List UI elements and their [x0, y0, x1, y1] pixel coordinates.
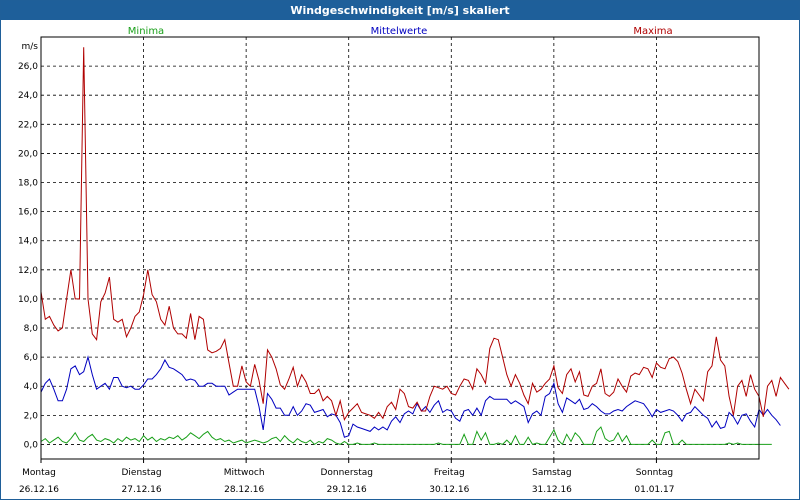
x-tick-date: 30.12.16 [429, 485, 469, 495]
y-tick-label: 8,0 [24, 324, 39, 334]
y-tick-label: 6,0 [24, 353, 39, 363]
series-line-minima [40, 426, 772, 446]
chart-window: Windgeschwindigkeit [m/s] skaliert 0,0 2,… [0, 0, 800, 500]
y-tick-label: 22,0 [18, 120, 38, 130]
series-line-maxima [40, 47, 790, 422]
y-axis-unit: m/s [22, 42, 39, 52]
y-tick-label: 2,0 [24, 411, 39, 421]
x-tick-date: 01.01.17 [634, 485, 674, 495]
y-tick-label: 12,0 [18, 266, 38, 276]
x-tick-date: 31.12.16 [532, 485, 572, 495]
grid-lines [41, 37, 759, 459]
x-tick-day: Samstag [532, 468, 571, 478]
x-tick-day: Dienstag [122, 468, 162, 478]
x-tick-date: 29.12.16 [327, 485, 367, 495]
series-line-mittelwerte [40, 355, 781, 438]
series-lines [40, 47, 790, 446]
y-tick-label: 26,0 [18, 62, 38, 72]
y-tick-label: 16,0 [18, 208, 38, 218]
x-tick-date: 26.12.16 [19, 485, 59, 495]
x-tick-day: Montag [22, 468, 56, 478]
x-tick-day: Mittwoch [224, 468, 265, 478]
x-tick-day: Freitag [434, 468, 465, 478]
wind-speed-chart: 0,0 2,0 4,0 6,0 8,0 10,0 12,0 14,0 16,0 18,0 20,0 2… [18, 26, 790, 495]
legend-item-mittelwerte: Mittelwerte [371, 26, 428, 37]
x-tick-day: Donnerstag [320, 468, 373, 478]
y-tick-label: 24,0 [18, 91, 38, 101]
legend-item-minima: Minima [128, 26, 164, 37]
legend: Minima Mittelwerte Maxima [128, 26, 673, 37]
y-tick-label: 18,0 [18, 179, 38, 189]
x-tick-day: Sonntag [636, 468, 673, 478]
plot-area-border [40, 36, 760, 460]
y-tick-label: 20,0 [18, 149, 38, 159]
legend-item-maxima: Maxima [633, 26, 672, 37]
y-tick-label: 14,0 [18, 237, 38, 247]
x-tick-date: 27.12.16 [122, 485, 162, 495]
y-tick-label: 10,0 [18, 295, 38, 305]
x-tick-date: 28.12.16 [224, 485, 264, 495]
y-tick-label: 0,0 [24, 440, 39, 450]
y-tick-label: 4,0 [24, 382, 39, 392]
